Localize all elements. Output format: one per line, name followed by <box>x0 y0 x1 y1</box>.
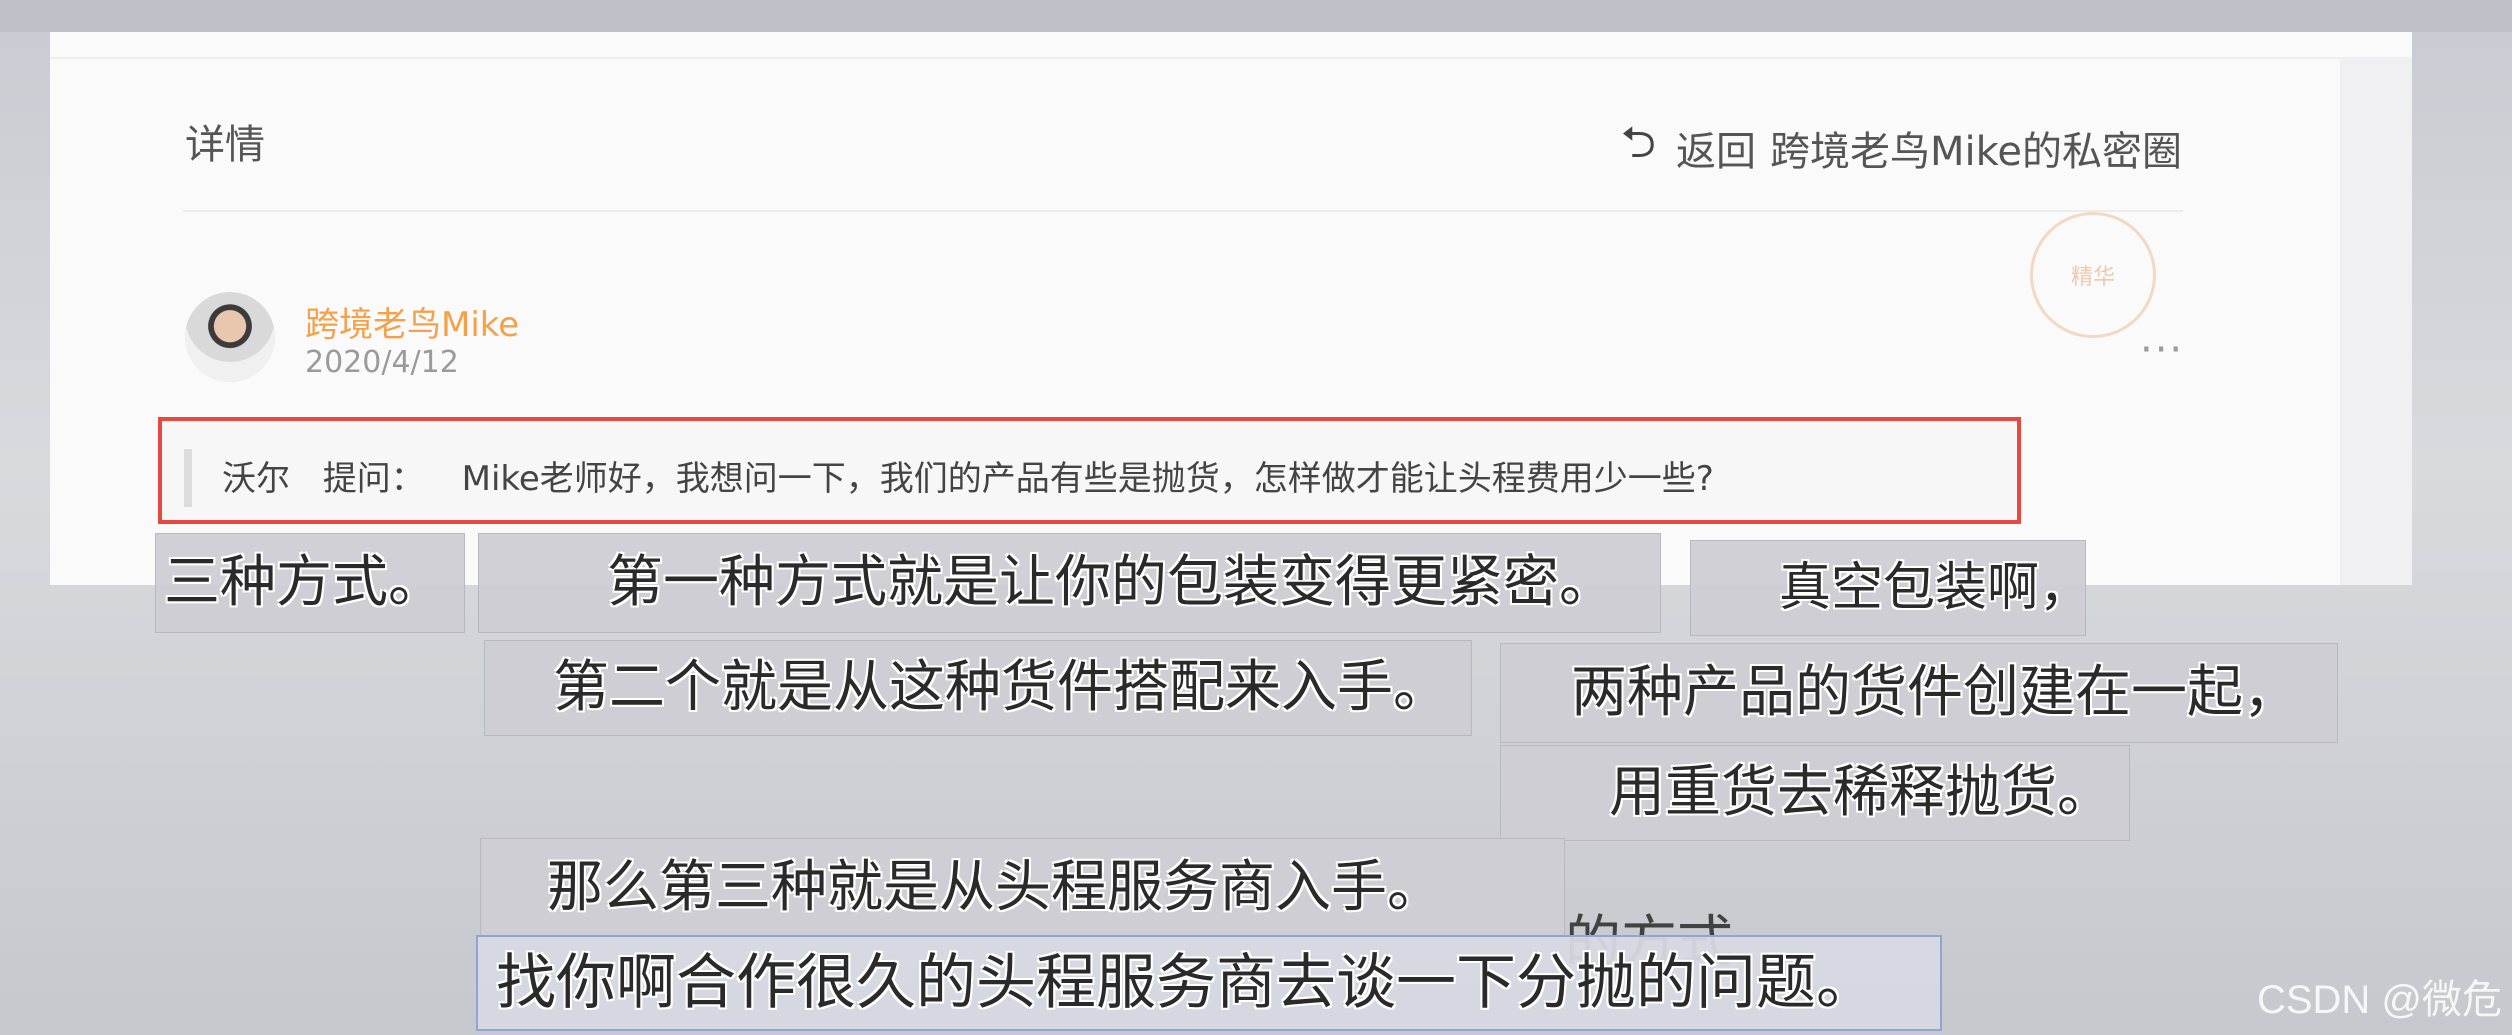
featured-stamp-icon: 精华 <box>2030 212 2156 338</box>
header-divider <box>183 210 2183 212</box>
stamp-text: 精华 <box>2070 265 2115 290</box>
post-date: 2020/4/12 <box>305 345 459 380</box>
page-title: 详情 <box>185 122 265 168</box>
subtitle-caption: 真空包装啊， <box>1690 540 2091 636</box>
avatar[interactable] <box>185 292 275 382</box>
subtitle-caption: 那么第三种就是从头程服务商入手。 <box>480 838 1565 938</box>
subtitle-caption-current: 找你啊合作很久的头程服务商去谈一下分抛的问题。 <box>476 935 1942 1031</box>
subtitle-caption: 用重货去稀释抛货。 <box>1500 745 2130 841</box>
subtitle-caption: 第二个就是从这种货件搭配来入手。 <box>484 640 1472 736</box>
group-name: 跨境老鸟Mike的私密圈 <box>1770 128 2182 175</box>
subtitle-caption: 两种产品的货件创建在一起， <box>1500 643 2338 743</box>
question-content: Mike老师好，我想问一下，我们的产品有些是抛货，怎样做才能让头程费用少一些? <box>461 459 1714 499</box>
subtitle-caption: 三种方式。 <box>155 533 465 633</box>
panel-top-border <box>50 57 2340 59</box>
post-detail-panel: 详情 ⮌ 返回 跨境老鸟Mike的私密圈 精华 跨境老鸟Mike 2020/4/… <box>50 32 2412 585</box>
back-label: 返回 <box>1676 128 1757 175</box>
asker-name: 沃尔 <box>222 459 290 499</box>
subtitle-caption: 第一种方式就是让你的包装变得更紧密。 <box>478 533 1661 633</box>
video-top-band <box>0 0 2512 32</box>
return-arrow-icon: ⮌ <box>1620 117 1657 168</box>
panel-right-strip <box>2340 57 2412 585</box>
quote-bar <box>184 449 192 507</box>
question-label: 提问： <box>322 459 425 499</box>
author-name[interactable]: 跨境老鸟Mike <box>305 297 519 346</box>
watermark: CSDN @微危 <box>2256 978 2502 1022</box>
more-dots-icon[interactable]: ··· <box>2140 327 2184 373</box>
question-text-row: 沃尔 提问： Mike老师好，我想问一下，我们的产品有些是抛货，怎样做才能让头程… <box>222 451 1714 500</box>
question-box: 沃尔 提问： Mike老师好，我想问一下，我们的产品有些是抛货，怎样做才能让头程… <box>158 417 2021 524</box>
back-link[interactable]: ⮌ 返回 跨境老鸟Mike的私密圈 <box>1621 110 2182 185</box>
